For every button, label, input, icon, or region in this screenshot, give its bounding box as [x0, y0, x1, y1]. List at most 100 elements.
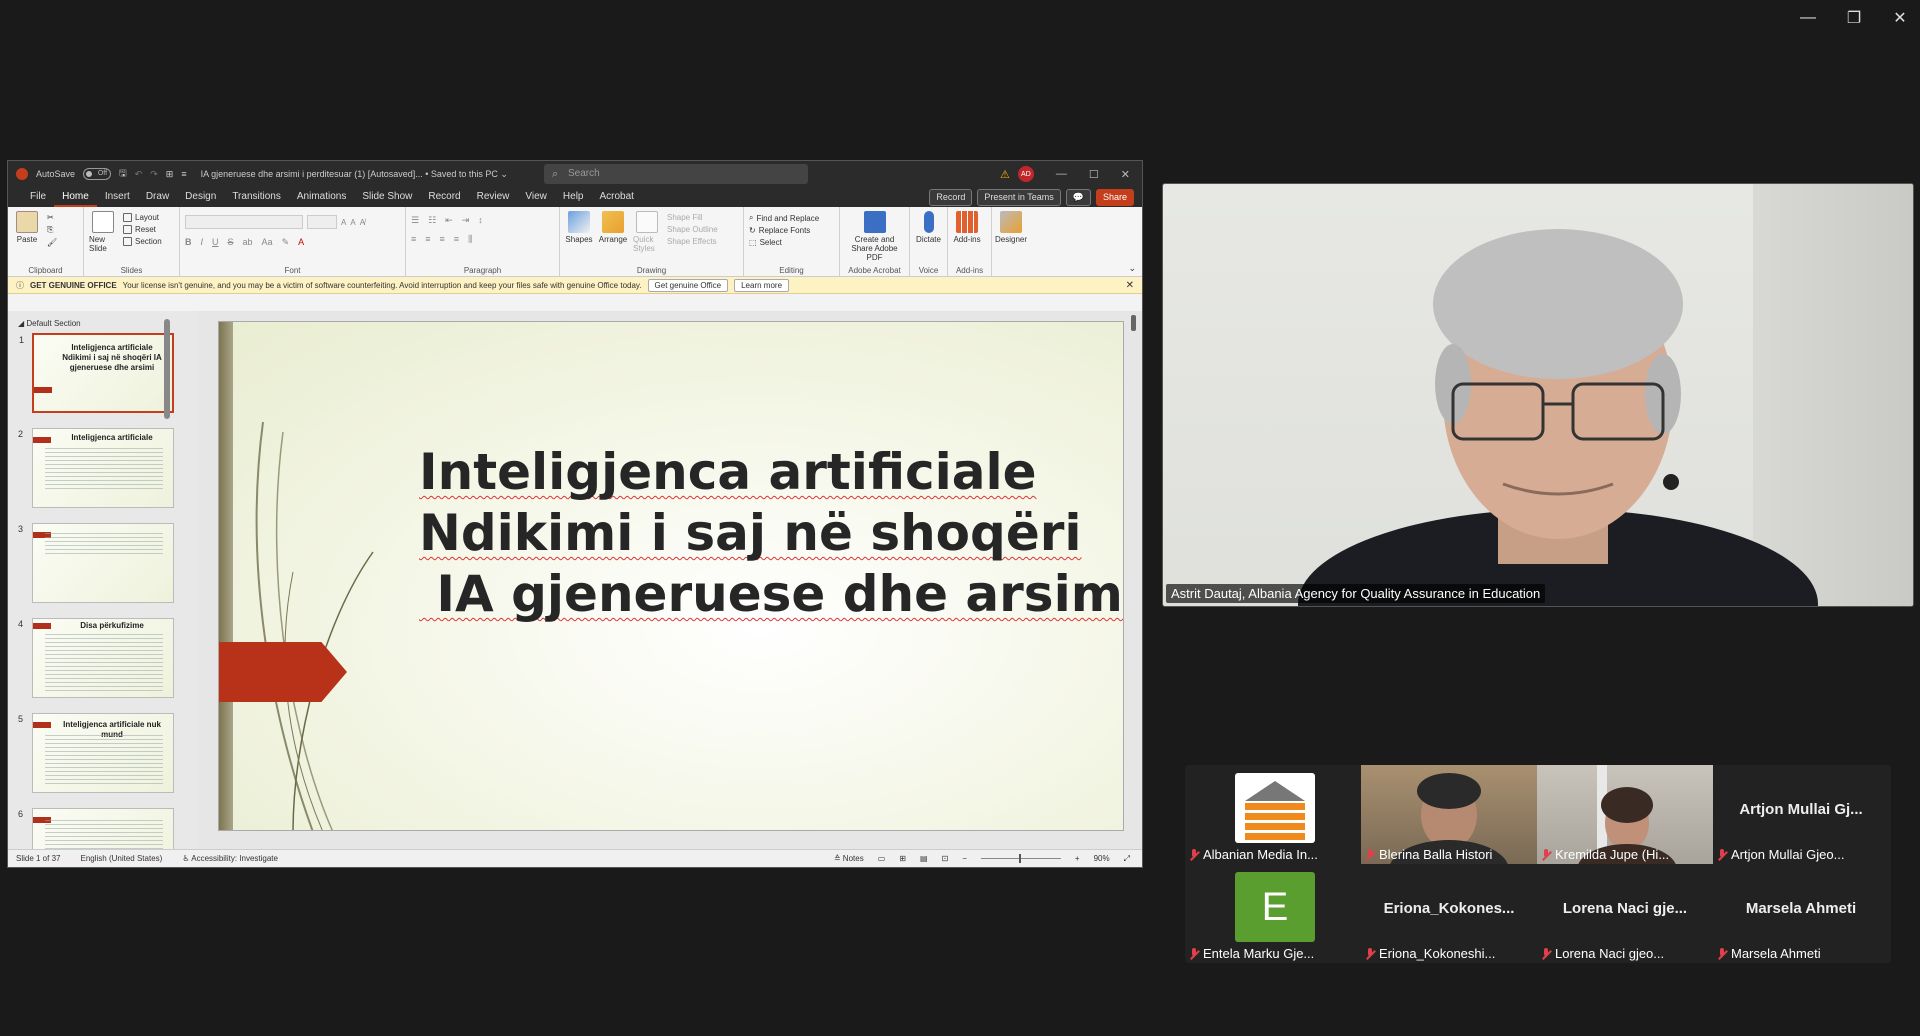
decrease-indent-icon[interactable]: ⇤ — [445, 215, 453, 226]
tab-transitions[interactable]: Transitions — [224, 187, 289, 207]
slide-thumbnail-6[interactable]: 6 — [18, 808, 174, 849]
increase-font-icon[interactable]: A — [341, 218, 346, 227]
section-button[interactable]: Section — [123, 237, 162, 246]
tab-slide-show[interactable]: Slide Show — [354, 187, 420, 207]
clear-format-icon[interactable]: A̸ — [360, 218, 365, 227]
participant-tile[interactable]: Blerina Balla Histori — [1361, 765, 1537, 864]
thumbnails-scrollbar[interactable] — [164, 311, 170, 839]
participant-tile[interactable]: Eriona_Kokones... Eriona_Kokoneshi... — [1361, 864, 1537, 963]
font-size-input[interactable] — [307, 215, 337, 229]
ppt-restore-icon[interactable]: ☐ — [1089, 168, 1099, 181]
normal-view-icon[interactable]: ▭ — [878, 854, 886, 863]
align-center-icon[interactable]: ≡ — [425, 234, 430, 245]
quick-access-more-icon[interactable]: ≡ — [181, 169, 186, 179]
zoom-slider[interactable] — [980, 854, 1061, 863]
tab-review[interactable]: Review — [469, 187, 518, 207]
tab-insert[interactable]: Insert — [97, 187, 138, 207]
present-from-start-icon[interactable]: ⊞ — [166, 169, 174, 180]
change-case-icon[interactable]: Aa — [262, 237, 273, 248]
redo-icon[interactable]: ↷ — [150, 169, 158, 180]
slideshow-view-icon[interactable]: ⊡ — [942, 854, 949, 863]
present-in-teams-button[interactable]: Present in Teams — [977, 188, 1061, 206]
zoom-level[interactable]: 90% — [1094, 854, 1110, 863]
select-button[interactable]: ⬚ Select — [749, 238, 819, 247]
user-avatar[interactable]: AD — [1017, 166, 1034, 182]
tab-record[interactable]: Record — [420, 187, 468, 207]
get-genuine-office-button[interactable]: Get genuine Office — [647, 278, 729, 292]
align-right-icon[interactable]: ≡ — [440, 234, 445, 245]
zoom-in-icon[interactable]: + — [1075, 854, 1080, 863]
participant-tile[interactable]: E Entela Marku Gje... — [1185, 864, 1361, 963]
shape-effects-button[interactable]: Shape Effects — [667, 237, 718, 246]
minimize-icon[interactable]: — — [1798, 8, 1818, 28]
increase-indent-icon[interactable]: ⇥ — [462, 215, 470, 226]
line-spacing-icon[interactable]: ↕ — [478, 215, 483, 226]
slide-thumbnail-1[interactable]: 1 Inteligjenca artificiale Ndikimi i saj… — [19, 333, 174, 413]
search-input[interactable]: Search — [543, 164, 808, 184]
layout-button[interactable]: Layout — [123, 213, 162, 222]
share-button[interactable]: Share — [1095, 188, 1134, 206]
format-painter-icon[interactable]: 🖌 — [47, 238, 57, 247]
numbering-icon[interactable]: ☷ — [428, 215, 436, 226]
highlight-icon[interactable]: ✎ — [282, 237, 290, 248]
find-replace-button[interactable]: ⌕ Find and Replace — [749, 213, 819, 223]
learn-more-button[interactable]: Learn more — [734, 278, 790, 292]
cut-icon[interactable]: ✂ — [47, 213, 57, 222]
char-spacing-icon[interactable]: ab — [243, 237, 253, 248]
tab-draw[interactable]: Draw — [138, 187, 177, 207]
current-slide[interactable]: Inteligjenca artificiale Ndikimi i saj n… — [218, 321, 1124, 831]
slide-sorter-icon[interactable]: ⊞ — [899, 854, 906, 863]
participant-tile[interactable]: Lorena Naci gje... Lorena Naci gjeo... — [1537, 864, 1713, 963]
bullets-icon[interactable]: ☰ — [411, 215, 419, 226]
ppt-minimize-icon[interactable]: — — [1056, 168, 1067, 181]
comments-icon[interactable]: 💬 — [1065, 188, 1091, 206]
font-color-icon[interactable]: A — [298, 237, 304, 248]
tab-acrobat[interactable]: Acrobat — [591, 187, 641, 207]
save-icon[interactable]: 🖫 — [119, 166, 127, 182]
tab-file[interactable]: File — [22, 187, 54, 207]
slide-thumbnail-4[interactable]: 4 Disa përkufizime — [18, 618, 174, 698]
shape-fill-button[interactable]: Shape Fill — [667, 213, 718, 222]
warning-icon[interactable]: ⚠ — [1000, 168, 1010, 181]
ppt-close-icon[interactable]: ✕ — [1121, 168, 1130, 181]
justify-icon[interactable]: ≡ — [454, 234, 459, 245]
accessibility-status[interactable]: ♿ Accessibility: Investigate — [182, 854, 278, 863]
reset-button[interactable]: Reset — [123, 225, 162, 234]
slide-thumbnail-5[interactable]: 5 Inteligjenca artificiale nuk mund — [18, 713, 174, 793]
undo-icon[interactable]: ↶ — [135, 169, 143, 180]
bold-icon[interactable]: B — [185, 237, 192, 248]
tab-design[interactable]: Design — [177, 187, 224, 207]
fit-slide-icon[interactable]: ⤢ — [1124, 854, 1130, 864]
participant-tile[interactable]: Marsela Ahmeti Marsela Ahmeti — [1713, 864, 1889, 963]
language-indicator[interactable]: English (United States) — [80, 854, 162, 863]
italic-icon[interactable]: I — [201, 237, 204, 248]
slide-scrollbar[interactable] — [1130, 311, 1138, 849]
replace-fonts-button[interactable]: ↻ Replace Fonts — [749, 226, 819, 235]
font-name-input[interactable] — [185, 215, 303, 229]
participant-tile[interactable]: Kremilda Jupe (Hi... — [1537, 765, 1713, 864]
tab-animations[interactable]: Animations — [289, 187, 354, 207]
tab-view[interactable]: View — [517, 187, 555, 207]
participant-tile[interactable]: Albanian Media In... — [1185, 765, 1361, 864]
ribbon-collapse-icon[interactable]: ⌄ — [1128, 263, 1136, 274]
banner-close-icon[interactable]: ✕ — [1126, 280, 1134, 291]
document-title[interactable]: IA gjeneruese dhe arsimi i perditesuar (… — [201, 169, 508, 180]
copy-icon[interactable]: ⎘ — [47, 225, 57, 235]
restore-icon[interactable]: ❐ — [1844, 8, 1864, 28]
autosave-toggle[interactable]: Off — [83, 168, 112, 180]
reading-view-icon[interactable]: ▤ — [920, 854, 928, 863]
strikethrough-icon[interactable]: S — [228, 237, 234, 248]
close-icon[interactable]: ✕ — [1890, 8, 1910, 28]
slide-thumbnail-3[interactable]: 3 — [18, 523, 174, 603]
slide-canvas[interactable]: Inteligjenca artificiale Ndikimi i saj n… — [218, 321, 1124, 831]
tab-home[interactable]: Home — [54, 187, 97, 207]
underline-icon[interactable]: U — [212, 237, 219, 248]
participant-tile[interactable]: Artjon Mullai Gj... Artjon Mullai Gjeo..… — [1713, 765, 1889, 864]
decrease-font-icon[interactable]: A — [350, 218, 355, 227]
slide-thumbnail-2[interactable]: 2 Inteligjenca artificiale — [18, 428, 174, 508]
zoom-out-icon[interactable]: − — [962, 854, 967, 863]
align-left-icon[interactable]: ≡ — [411, 234, 416, 245]
columns-icon[interactable]: ⫼ — [468, 234, 472, 245]
slide-title[interactable]: Inteligjenca artificiale Ndikimi i saj n… — [419, 442, 1123, 625]
designer-button[interactable]: Designer — [995, 211, 1027, 276]
